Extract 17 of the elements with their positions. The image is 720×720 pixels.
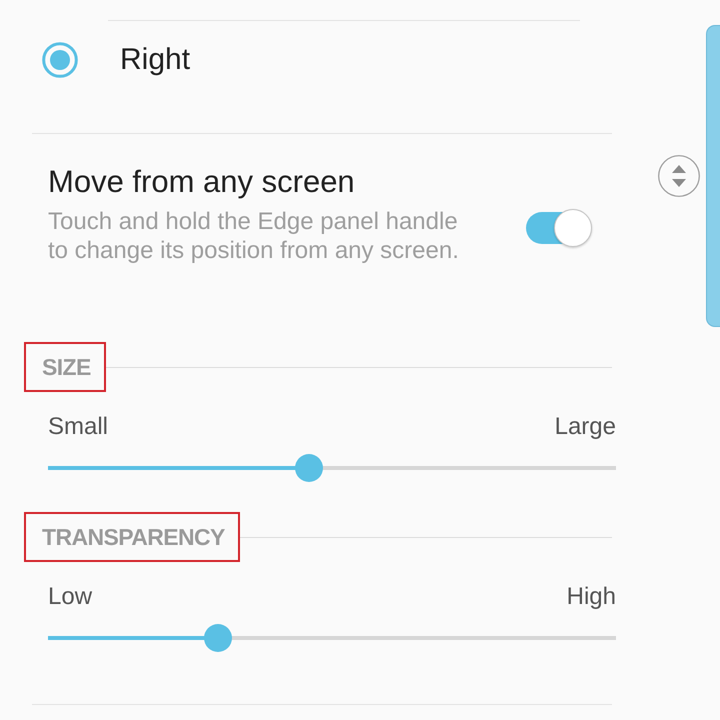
section-header: SIZE [42, 354, 91, 380]
slider-max-label: Large [554, 412, 616, 441]
slider-thumb[interactable] [204, 624, 232, 652]
slider-min-label: Small [48, 412, 108, 441]
slider-min-label: Low [48, 582, 92, 611]
slider-max-label: High [566, 582, 616, 611]
slider-thumb[interactable] [295, 454, 324, 482]
section-header: TRANSPARENCY [42, 524, 225, 550]
setting-description: Touch and hold the Edge panel handle to change its position from any screen. [48, 207, 460, 265]
slider-track[interactable] [48, 454, 616, 482]
slider-track[interactable] [48, 624, 616, 652]
radio-button[interactable] [42, 42, 78, 78]
toggle-switch[interactable] [526, 209, 592, 247]
setting-title: Move from any screen [48, 164, 356, 200]
option-label[interactable]: Right [120, 42, 190, 78]
up-down-arrows-icon[interactable] [658, 155, 700, 197]
edge-panel-handle[interactable] [706, 25, 720, 327]
